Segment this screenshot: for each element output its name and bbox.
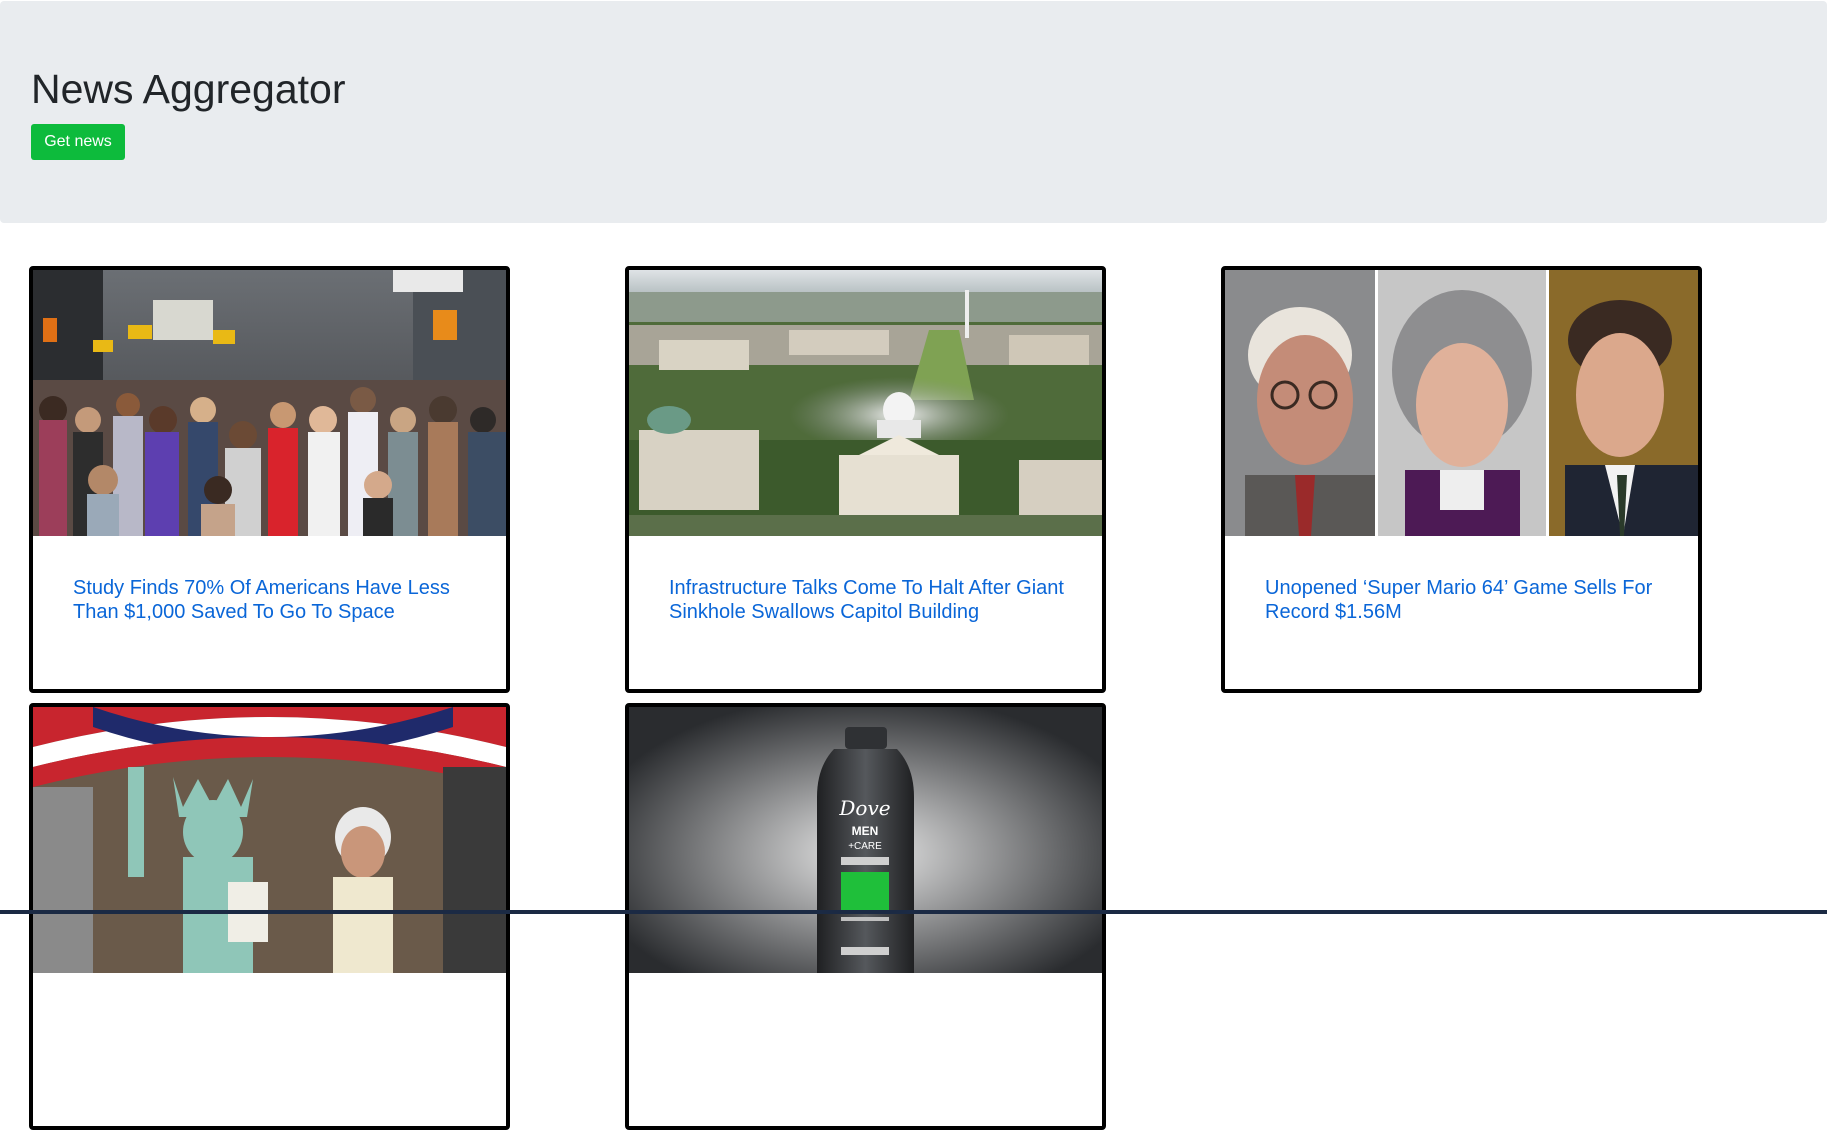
article-title-link[interactable]: Unopened ‘Super Mario 64’ Game Sells For… <box>1265 576 1665 624</box>
svg-text:MEN: MEN <box>852 824 879 838</box>
liberty-costume-image[interactable] <box>33 707 506 973</box>
capitol-aerial-image[interactable] <box>629 270 1102 536</box>
header-jumbotron: News Aggregator Get news <box>0 1 1827 223</box>
news-card: Unopened ‘Super Mario 64’ Game Sells For… <box>1221 266 1702 693</box>
news-card: Dove MEN +CARE <box>625 703 1106 1130</box>
article-title-link[interactable]: Study Finds 70% Of Americans Have Less T… <box>73 576 473 624</box>
three-portraits-image[interactable] <box>1225 270 1698 536</box>
dove-bottle-image[interactable]: Dove MEN +CARE <box>629 707 1102 973</box>
get-news-button[interactable]: Get news <box>31 124 125 160</box>
news-card: Study Finds 70% Of Americans Have Less T… <box>29 266 510 693</box>
window-bottom-edge <box>0 910 1827 914</box>
news-card: Infrastructure Talks Come To Halt After … <box>625 266 1106 693</box>
svg-text:Dove: Dove <box>838 796 890 820</box>
page-title: News Aggregator <box>31 66 346 112</box>
article-title-link[interactable]: Infrastructure Talks Come To Halt After … <box>669 576 1069 624</box>
news-card <box>29 703 510 1130</box>
svg-text:+CARE: +CARE <box>848 841 882 852</box>
crowd-street-image[interactable] <box>33 270 506 536</box>
